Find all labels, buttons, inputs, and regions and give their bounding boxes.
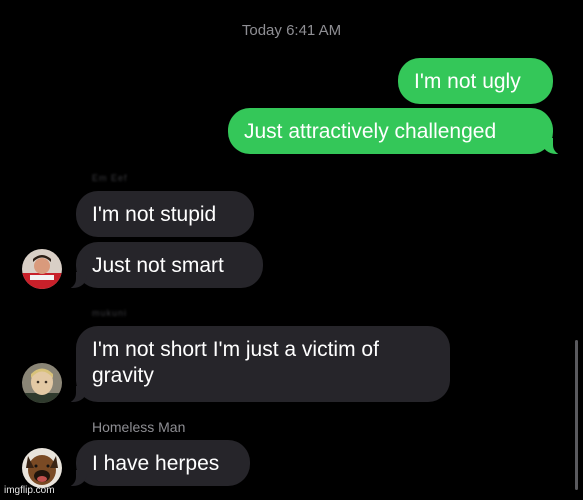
contact-avatar[interactable]: [22, 249, 62, 289]
message-text: I'm not stupid: [92, 203, 217, 226]
message-text: I have herpes: [92, 452, 220, 475]
sender-name: Em Eef: [92, 173, 128, 183]
received-message-bubble[interactable]: I have herpes: [64, 440, 250, 487]
blonde-person-avatar-icon: [22, 363, 62, 403]
sender-name: Homeless Man: [92, 419, 186, 435]
message-text: Just attractively challenged: [244, 120, 497, 143]
received-message-bubble[interactable]: I'm not short I'm just a victim of gravi…: [64, 326, 450, 403]
received-message-bubble[interactable]: Just not smart: [64, 242, 263, 289]
contact-avatar[interactable]: [22, 363, 62, 403]
watermark-text: imgflip.com: [4, 485, 55, 496]
sent-message-bubble[interactable]: I'm not ugly: [398, 58, 553, 104]
dog-avatar-icon: [22, 448, 62, 488]
message-text-line: I'm not short I'm just a victim of: [92, 338, 379, 361]
sent-message-bubble[interactable]: Just attractively challenged: [228, 108, 565, 155]
vertical-scrollbar[interactable]: [575, 340, 578, 490]
sender-name: mukuni: [92, 308, 128, 318]
received-message-bubble[interactable]: I'm not stupid: [76, 191, 254, 237]
red-shirt-person-avatar-icon: [22, 249, 62, 289]
message-text: I'm not ugly: [414, 70, 521, 93]
contact-avatar[interactable]: [22, 448, 62, 488]
message-text-line: gravity: [92, 364, 154, 387]
message-text: Just not smart: [92, 254, 224, 277]
conversation-timestamp: Today 6:41 AM: [241, 22, 342, 39]
